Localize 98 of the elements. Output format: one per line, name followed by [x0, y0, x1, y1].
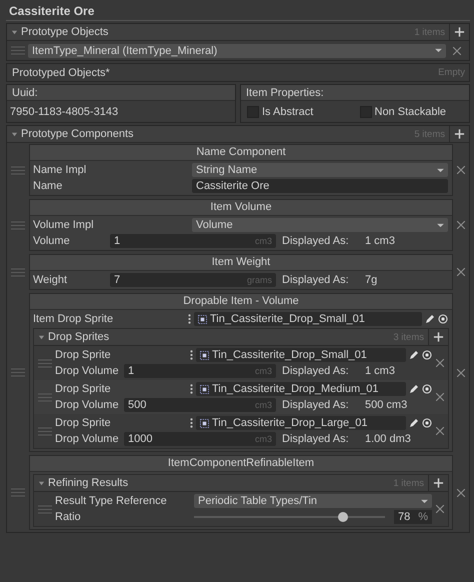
field-label: Displayed As: — [282, 235, 350, 247]
displayed-value: 1.00 dm3 — [365, 433, 411, 445]
field-label: Displayed As: — [282, 433, 350, 445]
sprite-icon — [200, 384, 209, 394]
caret-icon — [421, 498, 428, 504]
displayed-value: 500 cm3 — [365, 399, 408, 411]
list-title: Drop Sprites — [48, 331, 110, 343]
field-label: Drop Volume — [55, 433, 120, 445]
slider[interactable] — [194, 511, 385, 523]
checkbox[interactable] — [247, 106, 259, 118]
close-icon[interactable] — [436, 393, 444, 401]
field-label: Drop Volume — [55, 365, 120, 377]
more-icon[interactable] — [188, 314, 191, 324]
field-label: Weight — [33, 274, 68, 286]
field-label: Volume — [33, 235, 71, 247]
object-picker-icon[interactable] — [438, 314, 448, 324]
field-label: Displayed As: — [282, 365, 350, 377]
drag-handle-icon[interactable] — [38, 392, 52, 402]
dropdown[interactable]: Volume — [192, 218, 448, 232]
checkbox-label: Non Stackable — [374, 106, 446, 118]
field-label: Drop Sprite — [55, 383, 112, 395]
close-icon[interactable] — [436, 505, 444, 513]
field-label: Ratio — [55, 511, 82, 523]
field-label: Name Impl — [33, 164, 88, 176]
pencil-icon[interactable] — [409, 384, 419, 394]
object-picker-icon[interactable] — [422, 418, 432, 428]
checkbox-label: Is Abstract — [262, 106, 314, 118]
drag-handle-icon[interactable] — [11, 368, 25, 377]
caret-icon — [437, 168, 444, 172]
slider-thumb[interactable] — [338, 512, 348, 522]
displayed-value: 1 cm3 — [365, 235, 395, 247]
object-picker-icon[interactable] — [422, 350, 432, 360]
list-title: Prototype Objects — [21, 26, 108, 38]
text-field[interactable]: Cassiterite Ore — [192, 179, 448, 193]
drag-handle-icon[interactable] — [38, 504, 52, 514]
close-icon[interactable] — [457, 166, 465, 174]
field-label: Item Drop Sprite — [33, 313, 114, 325]
close-icon[interactable] — [457, 268, 465, 276]
drag-handle-icon[interactable] — [11, 46, 25, 55]
pencil-icon[interactable] — [409, 350, 419, 360]
dropdown[interactable]: ItemType_Mineral (ItemType_Mineral) — [28, 44, 446, 58]
component-title: ItemComponentRefinableItem — [30, 456, 452, 472]
caret-icon — [435, 48, 442, 53]
inspector-title: Cassiterite Ore — [6, 2, 470, 21]
sprite-icon — [198, 314, 207, 324]
foldout-triangle-icon[interactable] — [11, 130, 18, 138]
field-label: Displayed As: — [282, 399, 350, 411]
close-icon[interactable] — [457, 221, 465, 229]
uuid-value: 7950-1183-4805-3143 — [10, 106, 118, 118]
pencil-icon[interactable] — [409, 418, 419, 428]
drag-handle-icon[interactable] — [11, 166, 25, 174]
foldout-triangle-icon[interactable] — [38, 334, 45, 340]
sprite-icon — [200, 418, 209, 428]
drag-handle-icon[interactable] — [38, 426, 52, 436]
close-icon[interactable] — [457, 368, 465, 376]
dropdown[interactable]: Periodic Table Types/Tin — [194, 494, 432, 508]
drag-handle-icon[interactable] — [11, 268, 25, 276]
field-label: Prototyped Objects* — [12, 66, 110, 78]
drag-handle-icon[interactable] — [11, 488, 25, 497]
panel-title: Item Properties: — [246, 86, 324, 98]
component-title: Dropable Item - Volume — [30, 294, 452, 310]
number-field[interactable]: 78 % — [394, 510, 432, 524]
component-title: Name Component — [30, 145, 452, 161]
more-icon[interactable] — [190, 350, 193, 360]
field-label: Drop Sprite — [55, 349, 112, 361]
object-field[interactable]: Tin_Cassiterite_Drop_Small_01 — [194, 312, 422, 326]
more-icon[interactable] — [190, 418, 193, 428]
sprite-icon — [200, 350, 209, 360]
foldout-triangle-icon[interactable] — [38, 480, 45, 486]
close-icon[interactable] — [436, 359, 444, 367]
field-label: Name — [33, 180, 64, 192]
panel-title: Uuid: — [12, 86, 38, 98]
close-icon[interactable] — [457, 488, 465, 496]
field-label: Result Type Reference — [55, 495, 168, 507]
field-label: Displayed As: — [282, 274, 350, 286]
list-title: Refining Results — [48, 477, 128, 489]
field-label: Drop Sprite — [55, 417, 112, 429]
field-label: Volume Impl — [33, 219, 95, 231]
checkbox[interactable] — [360, 106, 372, 118]
drag-handle-icon[interactable] — [38, 358, 52, 368]
displayed-value: 1 cm3 — [365, 365, 395, 377]
component-title: Item Volume — [30, 200, 452, 216]
more-icon[interactable] — [190, 384, 193, 394]
caret-icon — [437, 222, 444, 228]
close-icon[interactable] — [436, 427, 444, 435]
drag-handle-icon[interactable] — [11, 220, 25, 230]
pencil-icon[interactable] — [425, 314, 435, 324]
close-icon[interactable] — [453, 46, 461, 54]
list-title: Prototype Components — [21, 128, 134, 140]
field-label: Drop Volume — [55, 399, 120, 411]
component-title: Item Weight — [30, 255, 452, 271]
dropdown[interactable]: String Name — [192, 163, 448, 177]
displayed-value: 7g — [365, 274, 378, 286]
foldout-triangle-icon[interactable] — [11, 28, 18, 36]
object-picker-icon[interactable] — [422, 384, 432, 394]
object-field[interactable]: Tin_Cassiterite_Drop_Small_01 — [196, 348, 406, 362]
object-field[interactable]: Tin_Cassiterite_Drop_Large_01 — [196, 416, 406, 430]
object-field[interactable]: Tin_Cassiterite_Drop_Medium_01 — [196, 382, 406, 396]
